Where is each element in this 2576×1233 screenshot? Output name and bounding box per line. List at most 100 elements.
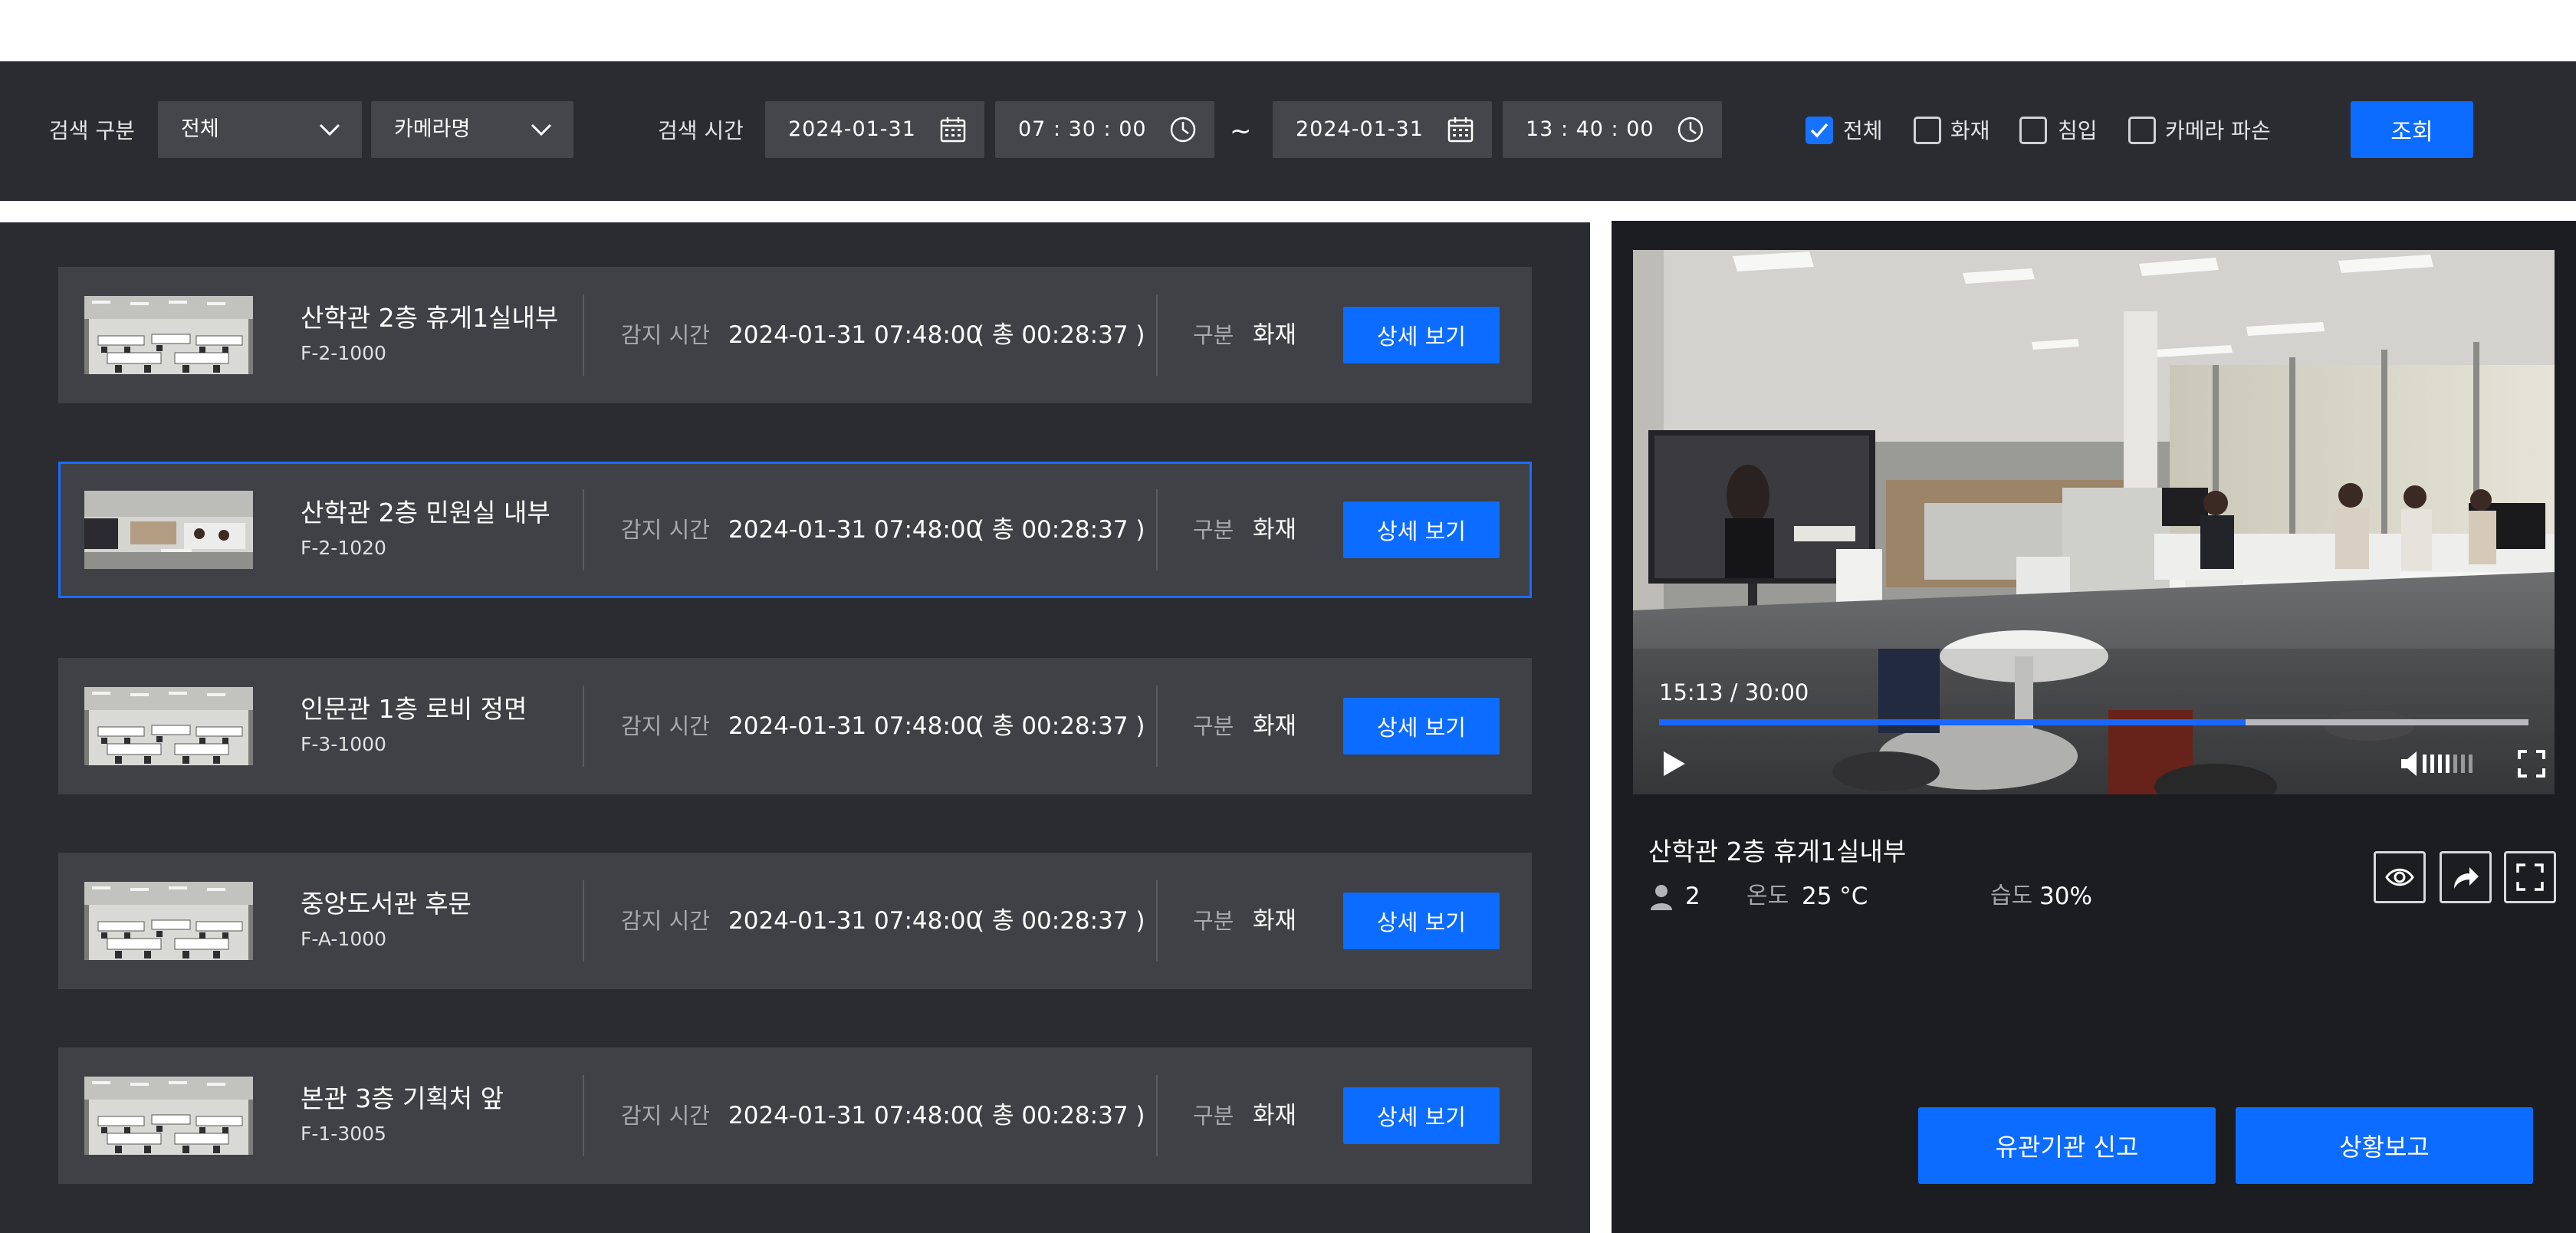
share-icon <box>2454 867 2479 889</box>
detail-view-button[interactable]: 상세 보기 <box>1343 1087 1500 1144</box>
type-select-value: 전체 <box>181 117 219 141</box>
progress-fill <box>1659 719 2246 725</box>
end-date-value: 2024-01-31 <box>1296 117 1424 141</box>
divider <box>583 294 584 376</box>
clock-icon[interactable] <box>1168 115 1198 144</box>
checkbox-all[interactable] <box>1806 117 1833 144</box>
camera-select-value: 카메라명 <box>394 117 471 141</box>
chevron-down-icon <box>319 123 340 136</box>
end-time-field[interactable]: 13 : 40 : 00 <box>1503 101 1722 158</box>
search-type-label: 검색 구분 <box>49 118 135 143</box>
checkbox-camera-damage[interactable] <box>2128 117 2156 144</box>
category-label: 구분 <box>1193 713 1234 739</box>
camera-select[interactable]: 카메라명 <box>371 101 573 158</box>
camera-detail-panel: 15:13 / 30:00 산학관 2층 휴게1실내부 2 온도 25 °C 습… <box>1612 221 2576 1233</box>
expand-icon <box>2516 863 2544 891</box>
detail-view-button[interactable]: 상세 보기 <box>1343 307 1500 363</box>
list-item[interactable]: 본관 3층 기획처 앞 F-1-3005 감지 시간 2024-01-31 07… <box>58 1047 1532 1184</box>
list-item[interactable]: 중앙도서관 후문 F-A-1000 감지 시간 2024-01-31 07:48… <box>58 853 1532 989</box>
temperature-value: 25 °C <box>1802 883 1868 910</box>
detect-time-label: 감지 시간 <box>621 1103 710 1129</box>
progress-bar[interactable] <box>1659 719 2528 725</box>
calendar-icon[interactable] <box>1446 115 1475 144</box>
category-value: 화재 <box>1253 712 1297 740</box>
detect-time-label: 감지 시간 <box>621 908 710 934</box>
clock-icon[interactable] <box>1676 115 1705 144</box>
view-button[interactable] <box>2374 851 2426 903</box>
video-time: 15:13 / 30:00 <box>1659 679 1809 705</box>
filter-bar: 검색 구분 전체 카메라명 검색 시간 2024-01-31 07 : 30 :… <box>0 61 2576 201</box>
volume-icon[interactable] <box>2398 748 2482 779</box>
chevron-down-icon <box>531 123 552 136</box>
situation-report-button[interactable]: 상황보고 <box>2236 1107 2533 1184</box>
divider <box>583 489 584 570</box>
video-player[interactable]: 15:13 / 30:00 <box>1633 250 2555 794</box>
list-item-selected[interactable]: 산학관 2층 민원실 내부 F-2-1020 감지 시간 2024-01-31 … <box>58 462 1532 598</box>
expand-button[interactable] <box>2504 851 2556 903</box>
checkbox-all-label: 전체 <box>1843 118 1883 143</box>
list-item-title: 중앙도서관 후문 <box>301 889 472 919</box>
detect-datetime: 2024-01-31 07:48:00 <box>728 712 981 740</box>
list-item[interactable]: 산학관 2층 휴게1실내부 F-2-1000 감지 시간 2024-01-31 … <box>58 267 1532 403</box>
type-select[interactable]: 전체 <box>158 101 362 158</box>
camera-thumbnail <box>84 296 253 374</box>
category-value: 화재 <box>1253 321 1297 349</box>
detect-duration: ( 총 00:28:37 ) <box>975 321 1145 349</box>
camera-thumbnail <box>84 882 253 960</box>
category-value: 화재 <box>1253 907 1297 935</box>
detect-datetime: 2024-01-31 07:48:00 <box>728 907 981 935</box>
detect-duration: ( 총 00:28:37 ) <box>975 516 1145 544</box>
category-label: 구분 <box>1193 908 1234 934</box>
divider <box>583 1075 584 1156</box>
video-frame <box>1633 250 2555 794</box>
detail-view-button[interactable]: 상세 보기 <box>1343 698 1500 755</box>
list-item-title: 산학관 2층 휴게1실내부 <box>301 303 559 333</box>
check-icon <box>1810 123 1829 138</box>
end-time-value: 13 : 40 : 00 <box>1526 117 1654 141</box>
person-icon <box>1651 885 1672 910</box>
divider <box>1156 1075 1158 1156</box>
detect-duration: ( 총 00:28:37 ) <box>975 1102 1145 1129</box>
checkbox-fire-label: 화재 <box>1950 118 1990 143</box>
list-item-title: 인문관 1층 로비 정면 <box>301 694 527 724</box>
category-value: 화재 <box>1253 1102 1297 1129</box>
divider <box>1156 489 1158 570</box>
category-value: 화재 <box>1253 516 1297 544</box>
fullscreen-icon[interactable] <box>2516 748 2547 779</box>
detect-datetime: 2024-01-31 07:48:00 <box>728 516 981 544</box>
list-item-code: F-2-1020 <box>301 537 386 559</box>
list-item[interactable]: 인문관 1층 로비 정면 F-3-1000 감지 시간 2024-01-31 0… <box>58 658 1532 794</box>
report-agency-button[interactable]: 유관기관 신고 <box>1918 1107 2216 1184</box>
detect-datetime: 2024-01-31 07:48:00 <box>728 321 981 349</box>
detect-time-label: 감지 시간 <box>621 322 710 348</box>
temperature-label: 온도 <box>1746 883 1789 909</box>
detail-view-button[interactable]: 상세 보기 <box>1343 893 1500 949</box>
category-label: 구분 <box>1193 517 1234 543</box>
list-item-code: F-3-1000 <box>301 733 386 755</box>
start-time-value: 07 : 30 : 00 <box>1018 117 1147 141</box>
detect-duration: ( 총 00:28:37 ) <box>975 907 1145 935</box>
calendar-icon[interactable] <box>938 115 968 144</box>
list-item-code: F-A-1000 <box>301 928 387 950</box>
play-icon[interactable] <box>1658 748 1688 779</box>
checkbox-intrusion[interactable] <box>2019 117 2047 144</box>
list-item-title: 본관 3층 기획처 앞 <box>301 1083 504 1113</box>
detect-time-label: 감지 시간 <box>621 713 710 739</box>
event-list-panel: 산학관 2층 휴게1실내부 F-2-1000 감지 시간 2024-01-31 … <box>0 222 1590 1233</box>
detect-datetime: 2024-01-31 07:48:00 <box>728 1102 981 1129</box>
start-time-field[interactable]: 07 : 30 : 00 <box>995 101 1214 158</box>
end-date-field[interactable]: 2024-01-31 <box>1273 101 1492 158</box>
list-item-code: F-1-3005 <box>301 1123 386 1145</box>
detail-view-button[interactable]: 상세 보기 <box>1343 501 1500 558</box>
camera-thumbnail <box>84 491 253 569</box>
divider <box>1156 880 1158 962</box>
start-date-field[interactable]: 2024-01-31 <box>765 101 984 158</box>
camera-thumbnail <box>84 1077 253 1155</box>
range-separator: ~ <box>1230 116 1252 146</box>
category-label: 구분 <box>1193 322 1234 348</box>
share-button[interactable] <box>2440 851 2492 903</box>
search-time-label: 검색 시간 <box>658 118 744 143</box>
category-label: 구분 <box>1193 1103 1234 1129</box>
search-button[interactable]: 조회 <box>2351 101 2473 158</box>
checkbox-fire[interactable] <box>1914 117 1941 144</box>
